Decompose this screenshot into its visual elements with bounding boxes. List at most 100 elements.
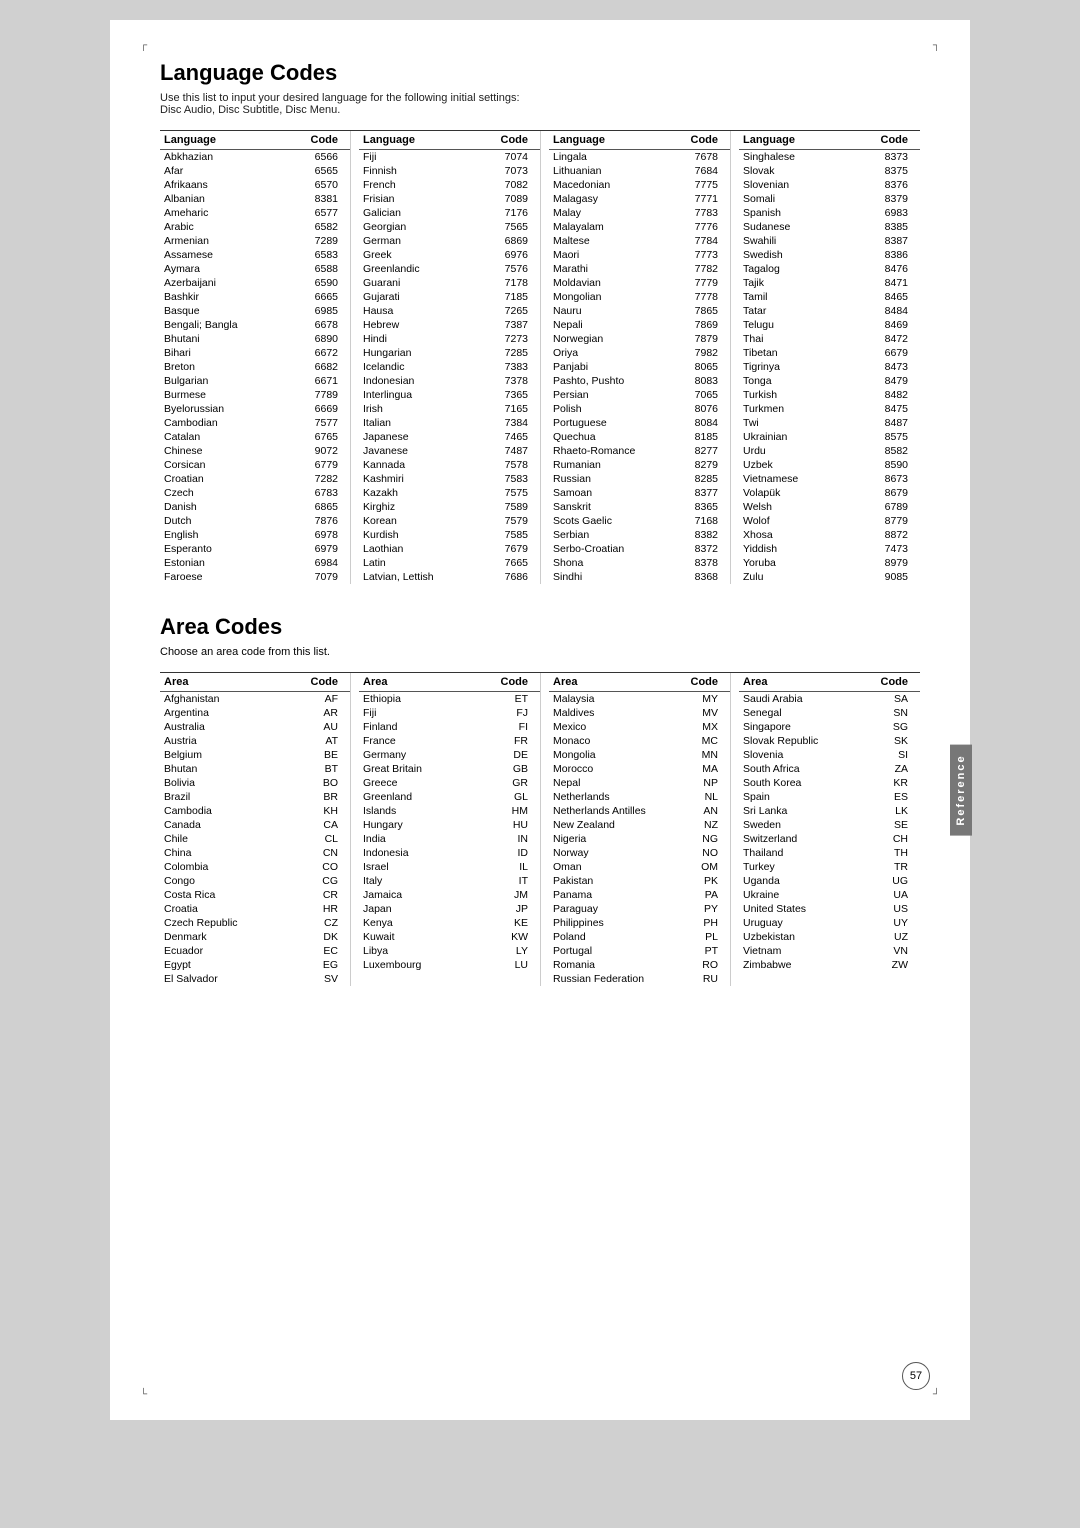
- lang-row: Albanian8381: [160, 192, 350, 206]
- lang-name: Slovenian: [743, 179, 878, 191]
- area-row: MalaysiaMY: [549, 692, 730, 706]
- area-code: AF: [308, 693, 346, 705]
- area-row: EgyptEG: [160, 958, 350, 972]
- area-col-header: AreaCode: [739, 673, 920, 692]
- lang-name: Samoan: [553, 487, 688, 499]
- area-code: SE: [878, 819, 916, 831]
- lang-row: Panjabi8065: [549, 360, 730, 374]
- lang-code: 7285: [498, 347, 536, 359]
- lang-row: Turkish8482: [739, 388, 920, 402]
- lang-name: Danish: [164, 501, 308, 513]
- corner-br: ┘: [933, 1389, 940, 1400]
- lang-name: Shona: [553, 557, 688, 569]
- area-code: SV: [308, 973, 346, 985]
- lang-code: 8471: [878, 277, 916, 289]
- lang-row: Twi8487: [739, 416, 920, 430]
- lang-code: 6590: [308, 277, 346, 289]
- lang-name: Tibetan: [743, 347, 878, 359]
- area-code: AN: [688, 805, 726, 817]
- area-row: EthiopiaET: [359, 692, 540, 706]
- area-row: CroatiaHR: [160, 902, 350, 916]
- area-row: Netherlands AntillesAN: [549, 804, 730, 818]
- area-row: SloveniaSI: [739, 748, 920, 762]
- area-name: Afghanistan: [164, 693, 308, 705]
- area-code: HR: [308, 903, 346, 915]
- lang-row: Swedish8386: [739, 248, 920, 262]
- area-header-label: Area: [164, 676, 311, 688]
- area-row: PolandPL: [549, 930, 730, 944]
- area-code: MN: [688, 749, 726, 761]
- lang-name: Sanskrit: [553, 501, 688, 513]
- area-row: ColombiaCO: [160, 860, 350, 874]
- lang-name: Tagalog: [743, 263, 878, 275]
- lang-name: Thai: [743, 333, 878, 345]
- lang-row: Yoruba8979: [739, 556, 920, 570]
- lang-code: 7074: [498, 151, 536, 163]
- lang-row: Cambodian7577: [160, 416, 350, 430]
- acode-header-label: Code: [501, 676, 537, 688]
- lang-name: Interlingua: [363, 389, 498, 401]
- lang-name: Zulu: [743, 571, 878, 583]
- lang-row: Sindhi8368: [549, 570, 730, 584]
- lang-row: Chinese9072: [160, 444, 350, 458]
- lang-code: 6682: [308, 361, 346, 373]
- area-name: El Salvador: [164, 973, 308, 985]
- lang-name: Lithuanian: [553, 165, 688, 177]
- lang-row: Italian7384: [359, 416, 540, 430]
- area-name: Mongolia: [553, 749, 688, 761]
- area-code: CL: [308, 833, 346, 845]
- lang-code: 6979: [308, 543, 346, 555]
- lang-name: Armenian: [164, 235, 308, 247]
- area-row: Slovak RepublicSK: [739, 734, 920, 748]
- area-name: Great Britain: [363, 763, 498, 775]
- area-row: ZimbabweZW: [739, 958, 920, 972]
- lang-row: Norwegian7879: [549, 332, 730, 346]
- lang-row: Icelandic7383: [359, 360, 540, 374]
- lang-name: Bashkir: [164, 291, 308, 303]
- lang-name: Breton: [164, 361, 308, 373]
- lang-code: 8373: [878, 151, 916, 163]
- area-row: GreeceGR: [359, 776, 540, 790]
- lang-name: Kannada: [363, 459, 498, 471]
- area-column: AreaCodeEthiopiaETFijiFJFinlandFIFranceF…: [350, 673, 540, 986]
- lang-code: 8582: [878, 445, 916, 457]
- lang-row: Maltese7784: [549, 234, 730, 248]
- lang-row: Tamil8465: [739, 290, 920, 304]
- lang-name: Volapük: [743, 487, 878, 499]
- lang-code: 7782: [688, 263, 726, 275]
- area-name: Indonesia: [363, 847, 498, 859]
- area-code: KH: [308, 805, 346, 817]
- area-row: FinlandFI: [359, 720, 540, 734]
- lang-code: 7779: [688, 277, 726, 289]
- area-code: SK: [878, 735, 916, 747]
- area-name: Norway: [553, 847, 688, 859]
- lang-name: Azerbaijani: [164, 277, 308, 289]
- lang-code: 8382: [688, 529, 726, 541]
- lang-row: Oriya7982: [549, 346, 730, 360]
- area-name: Netherlands: [553, 791, 688, 803]
- area-row: Sri LankaLK: [739, 804, 920, 818]
- lang-row: Arabic6582: [160, 220, 350, 234]
- area-code: GB: [498, 763, 536, 775]
- area-name: Canada: [164, 819, 308, 831]
- lang-row: Telugu8469: [739, 318, 920, 332]
- lang-row: Singhalese8373: [739, 150, 920, 164]
- area-code: ET: [498, 693, 536, 705]
- area-code: ID: [498, 847, 536, 859]
- lang-name: Latvian, Lettish: [363, 571, 498, 583]
- lang-name: Singhalese: [743, 151, 878, 163]
- area-name: Sri Lanka: [743, 805, 878, 817]
- area-code: KE: [498, 917, 536, 929]
- acode-header-label: Code: [311, 676, 347, 688]
- lang-name: Twi: [743, 417, 878, 429]
- area-name: Italy: [363, 875, 498, 887]
- lang-code: 8378: [688, 557, 726, 569]
- area-code: LK: [878, 805, 916, 817]
- lang-column: LanguageCodeLingala7678Lithuanian7684Mac…: [540, 131, 730, 584]
- area-name: Hungary: [363, 819, 498, 831]
- lang-code: 8372: [688, 543, 726, 555]
- lang-row: Dutch7876: [160, 514, 350, 528]
- area-row: LibyaLY: [359, 944, 540, 958]
- lang-name: Malay: [553, 207, 688, 219]
- lang-code: 7678: [688, 151, 726, 163]
